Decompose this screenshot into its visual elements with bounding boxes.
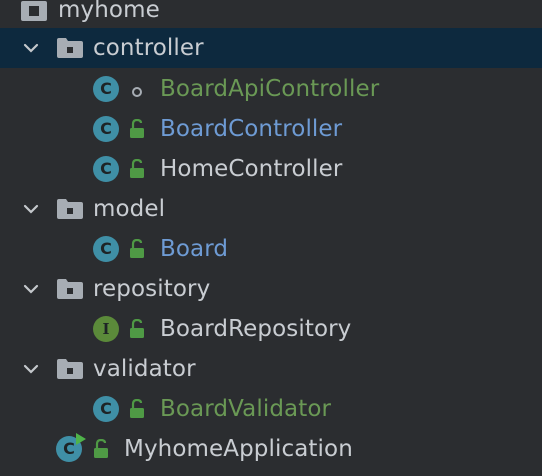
tree-label-homecontroller: HomeController [160, 156, 343, 182]
tree-row-repository[interactable]: repository [0, 269, 542, 309]
interface-icon: I [93, 316, 119, 342]
tree-row-boardvalidator[interactable]: C BoardValidator [0, 389, 542, 429]
tree-row-controller[interactable]: controller [0, 28, 542, 68]
tree-label-boardcontroller: BoardController [160, 116, 343, 142]
lock-icon [92, 438, 110, 463]
tree-row-board[interactable]: C Board [0, 229, 542, 269]
tree-row-model[interactable]: model [0, 189, 542, 229]
tree-row-boardrepository[interactable]: I BoardRepository [0, 309, 542, 349]
chevron-down-icon[interactable] [22, 280, 40, 298]
chevron-down-icon[interactable] [22, 360, 40, 378]
lock-icon [128, 398, 146, 423]
folder-icon [56, 278, 84, 304]
package-icon [20, 0, 48, 26]
folder-icon [56, 358, 84, 384]
tree-label-boardvalidator: BoardValidator [160, 396, 332, 422]
class-icon: C [93, 116, 119, 142]
folder-icon [56, 198, 84, 224]
tree-label-controller: controller [93, 35, 204, 61]
lock-icon [128, 238, 146, 263]
lock-icon [128, 158, 146, 183]
class-icon: C [93, 156, 119, 182]
class-icon: C [93, 236, 119, 262]
class-icon: C [93, 76, 119, 102]
tree-label-board: Board [160, 236, 229, 262]
tree-label-myhome: myhome [58, 0, 160, 23]
tree-row-homecontroller[interactable]: C HomeController [0, 149, 542, 189]
lock-icon [128, 118, 146, 143]
folder-icon [56, 37, 84, 63]
tree-row-myhome[interactable]: myhome [0, 0, 542, 30]
chevron-down-icon[interactable] [22, 200, 40, 218]
tree-label-boardapicontroller: BoardApiController [160, 76, 380, 102]
tree-label-repository: repository [93, 276, 211, 302]
class-icon: C [93, 396, 119, 422]
package-private-dot-icon [131, 83, 143, 102]
tree-row-myhomeapplication[interactable]: C MyhomeApplication [0, 429, 542, 469]
tree-row-boardapicontroller[interactable]: C BoardApiController [0, 69, 542, 109]
tree-label-boardrepository: BoardRepository [160, 316, 352, 342]
lock-icon [128, 318, 146, 343]
chevron-down-icon[interactable] [22, 39, 40, 57]
project-tree: myhome controller C BoardApiController C… [0, 0, 542, 476]
tree-row-boardcontroller[interactable]: C BoardController [0, 109, 542, 149]
tree-row-validator[interactable]: validator [0, 349, 542, 389]
tree-label-myhomeapplication: MyhomeApplication [124, 436, 353, 462]
tree-label-model: model [93, 196, 166, 222]
run-indicator-icon [74, 431, 88, 450]
tree-label-validator: validator [93, 356, 196, 382]
